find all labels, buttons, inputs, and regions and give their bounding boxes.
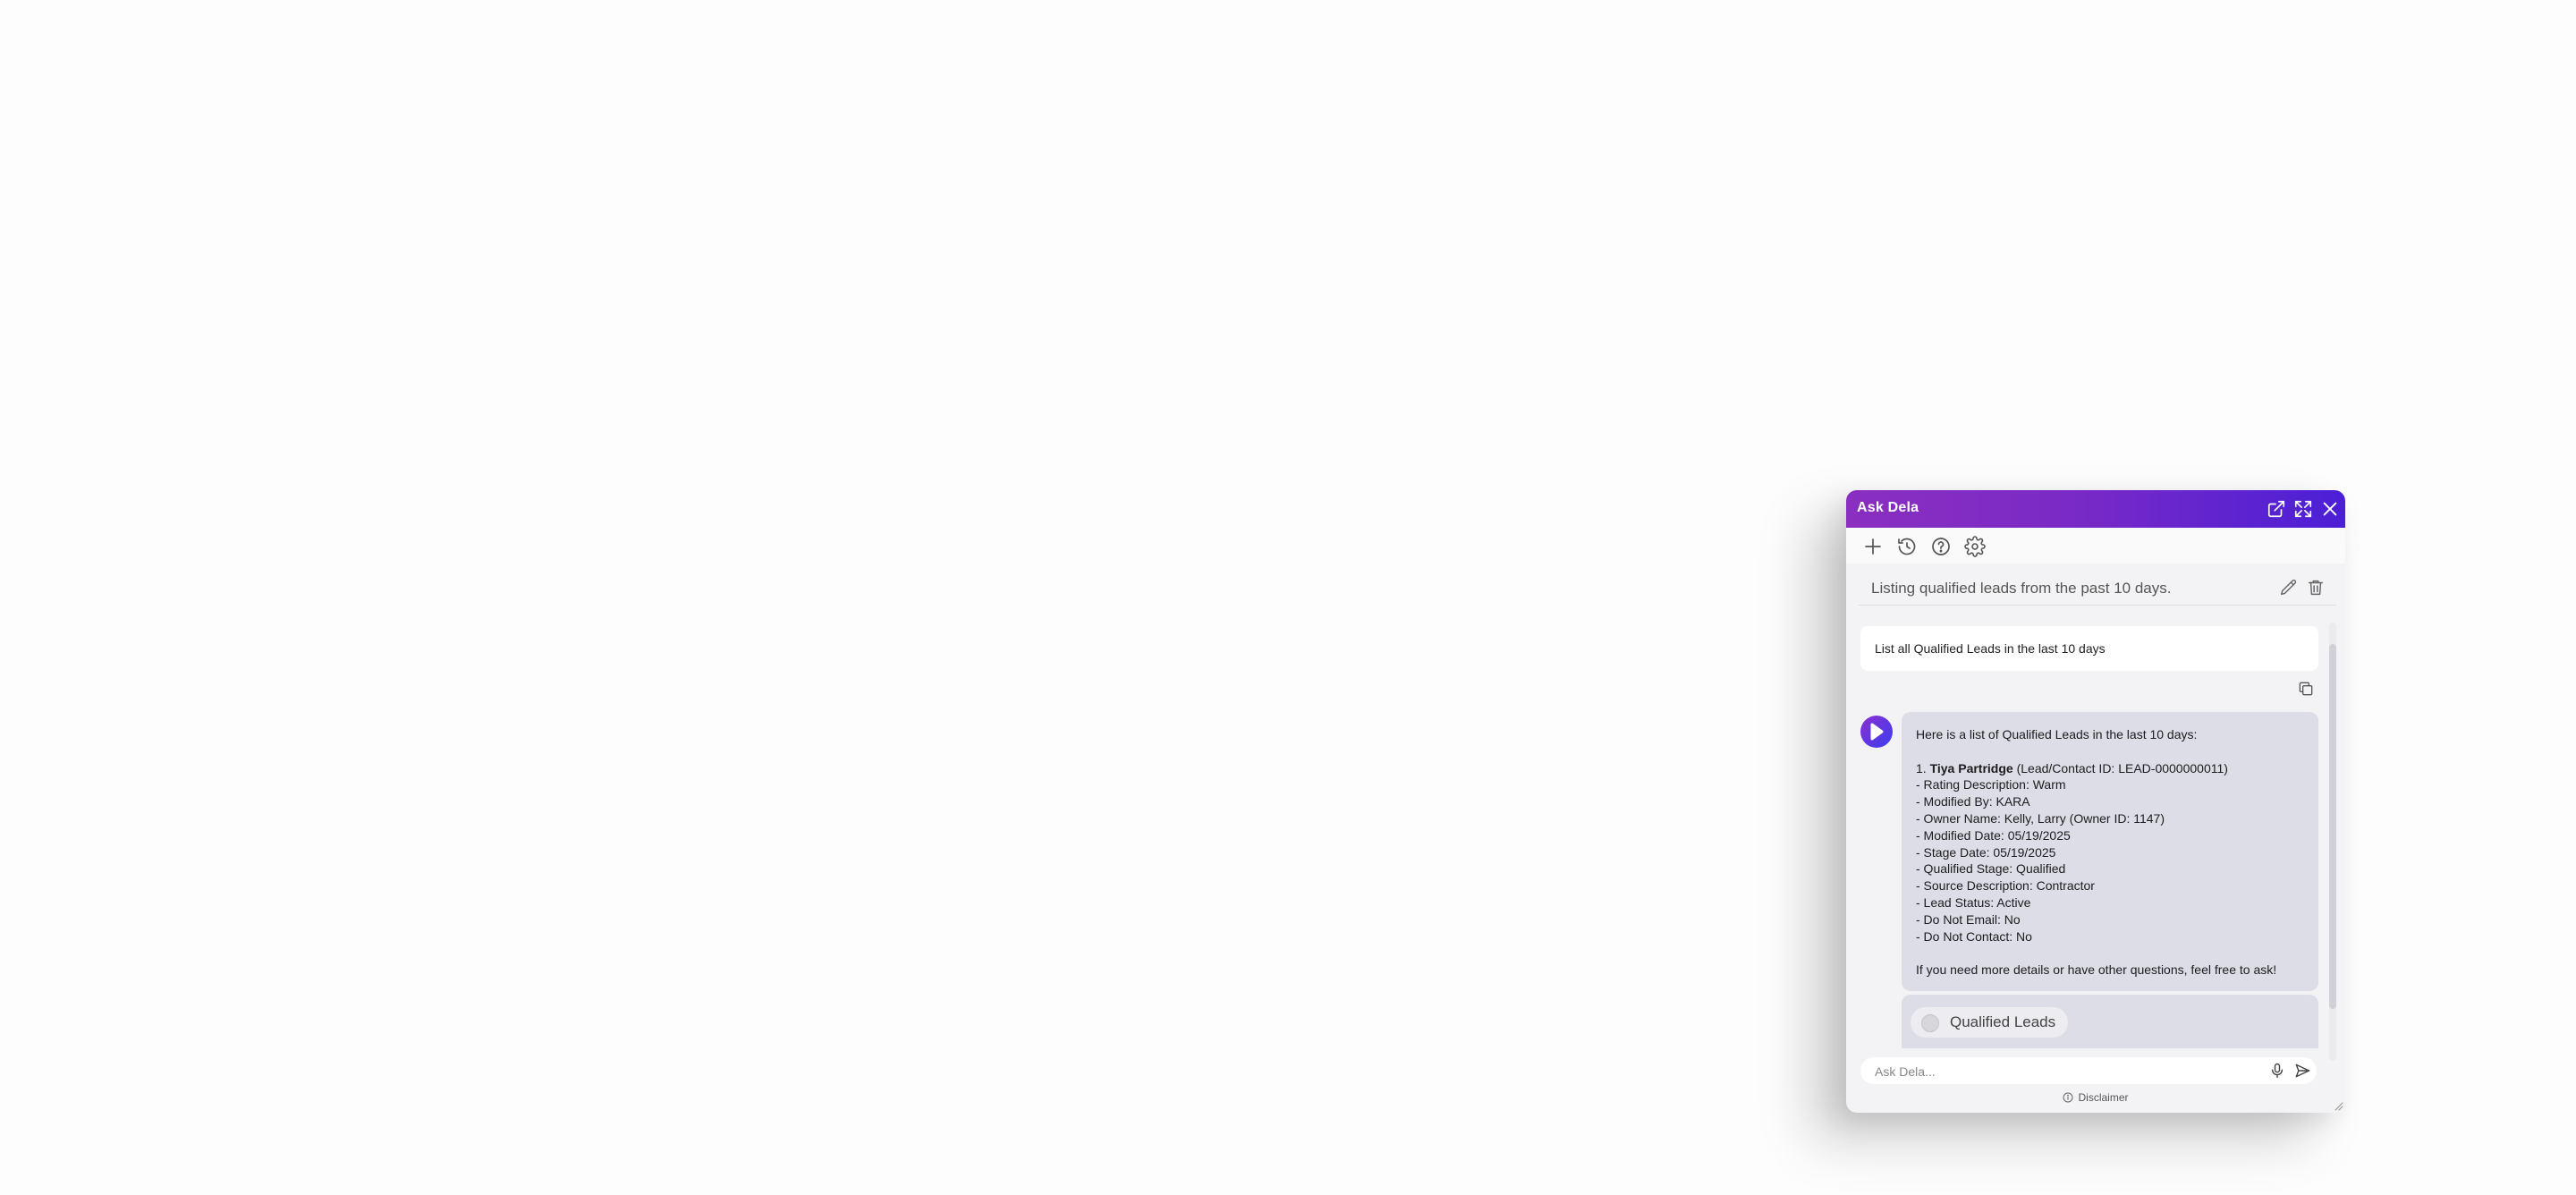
- lead-detail: - Stage Date: 05/19/2025: [1916, 844, 2056, 860]
- suggestion-chip-label: Qualified Leads: [1950, 1013, 2056, 1030]
- lead-detail: - Do Not Contact: No: [1916, 928, 2032, 944]
- disclaimer-link[interactable]: Disclaimer: [1846, 1091, 2345, 1109]
- conversation-title-bar: Listing qualified leads from the past 10…: [1859, 571, 2336, 606]
- scrollbar-thumb[interactable]: [2329, 644, 2336, 1009]
- chat-title: Ask Dela: [1857, 500, 1919, 515]
- info-icon: [2063, 1092, 2073, 1103]
- lead-detail: - Lead Status: Active: [1916, 894, 2031, 910]
- lead-name: Tiya Partridge: [1929, 760, 2013, 775]
- chat-input-box: [1860, 1057, 2317, 1084]
- assistant-outro: If you need more details or have other q…: [1916, 962, 2277, 978]
- lead-detail: - Do Not Email: No: [1916, 911, 2021, 927]
- chat-toolbar: [1846, 528, 2345, 564]
- disclaimer-text: Disclaimer: [2078, 1091, 2129, 1104]
- chip-status-icon: [1921, 1014, 1939, 1032]
- settings-gear-icon[interactable]: [1964, 536, 1986, 557]
- copy-icon[interactable]: [2297, 680, 2315, 698]
- ask-dela-chat-panel: Ask Dela Listing qualified leads from th…: [1846, 490, 2345, 1113]
- history-icon[interactable]: [1896, 536, 1918, 557]
- assistant-message: Here is a list of Qualified Leads in the…: [1902, 712, 2318, 991]
- assistant-intro: Here is a list of Qualified Leads in the…: [1916, 727, 2198, 742]
- lead-item-heading: 1. Tiya Partridge (Lead/Contact ID: LEAD…: [1916, 760, 2228, 775]
- lead-id: (Lead/Contact ID: LEAD-0000000011): [2016, 760, 2228, 775]
- chat-input[interactable]: [1873, 1061, 2261, 1082]
- send-icon[interactable]: [2293, 1062, 2311, 1080]
- message-list[interactable]: List all Qualified Leads in the last 10 …: [1846, 614, 2345, 1091]
- close-icon[interactable]: [2320, 499, 2340, 519]
- lead-detail: - Source Description: Contractor: [1916, 878, 2095, 894]
- new-chat-icon[interactable]: [1862, 536, 1884, 557]
- lead-detail: - Qualified Stage: Qualified: [1916, 861, 2066, 877]
- suggestion-area: Qualified Leads: [1902, 995, 2318, 1048]
- open-external-icon[interactable]: [2267, 499, 2286, 519]
- lead-detail: - Modified Date: 05/19/2025: [1916, 827, 2071, 843]
- assistant-message-text: Here is a list of Qualified Leads in the…: [1916, 726, 2309, 979]
- edit-pencil-icon[interactable]: [2279, 578, 2299, 598]
- suggestion-chip-qualified-leads[interactable]: Qualified Leads: [1911, 1007, 2069, 1038]
- user-message-text: List all Qualified Leads in the last 10 …: [1875, 641, 2106, 656]
- chat-header: Ask Dela: [1846, 490, 2345, 528]
- user-message: List all Qualified Leads in the last 10 …: [1860, 626, 2318, 671]
- conversation-title: Listing qualified leads from the past 10…: [1871, 580, 2172, 597]
- lead-detail: - Rating Description: Warm: [1916, 777, 2066, 792]
- resize-handle-icon[interactable]: [2333, 1100, 2343, 1111]
- expand-icon[interactable]: [2293, 499, 2313, 519]
- help-icon[interactable]: [1930, 536, 1952, 557]
- lead-detail: - Owner Name: Kelly, Larry (Owner ID: 11…: [1916, 810, 2165, 826]
- lead-detail: - Modified By: KARA: [1916, 794, 2030, 809]
- trash-icon[interactable]: [2306, 578, 2326, 598]
- dela-avatar-icon: [1860, 716, 1893, 748]
- microphone-icon[interactable]: [2268, 1062, 2286, 1080]
